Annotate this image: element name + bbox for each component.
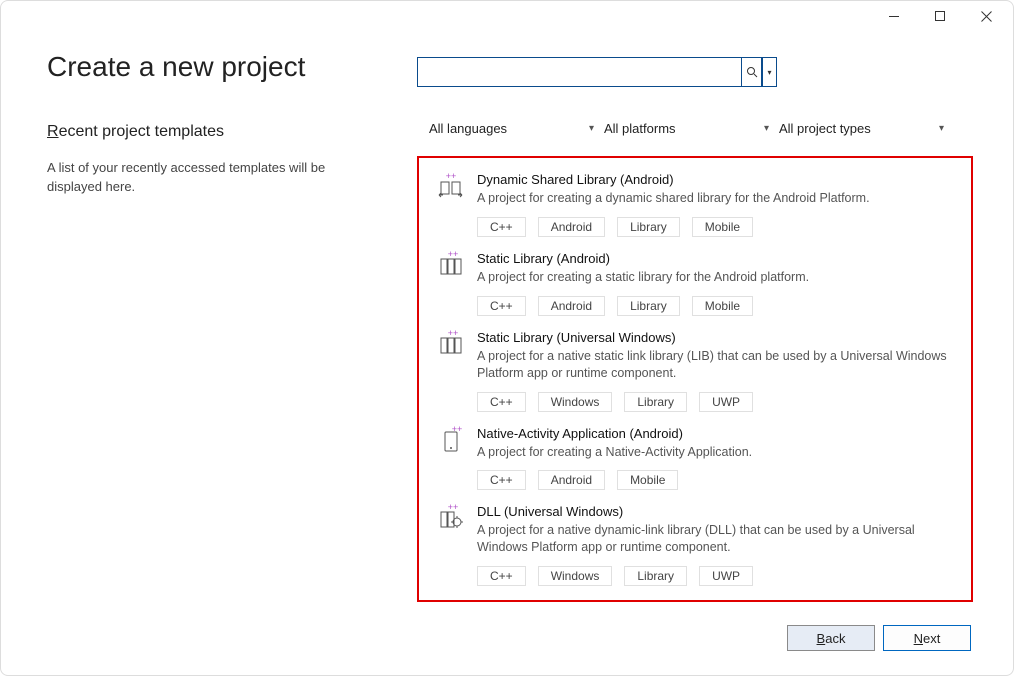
template-tag: Android — [538, 470, 605, 490]
template-tags: C++ Android Library Mobile — [477, 217, 953, 237]
template-desc: A project for creating a dynamic shared … — [477, 190, 953, 207]
right-column: ▾ All languages ▾ All platforms ▾ All pr… — [417, 51, 973, 631]
template-icon: ++ — [437, 426, 465, 454]
titlebar — [1, 1, 1013, 31]
template-tag: C++ — [477, 217, 526, 237]
template-title: Dynamic Shared Library (Android) — [477, 172, 953, 187]
template-desc: A project for a native dynamic-link libr… — [477, 522, 953, 556]
template-tag: UWP — [699, 392, 753, 412]
svg-text:++: ++ — [446, 172, 457, 181]
search-box: ▾ — [417, 57, 777, 87]
chevron-down-icon: ▾ — [939, 123, 944, 134]
template-tag: C++ — [477, 296, 526, 316]
maximize-icon — [935, 11, 945, 21]
close-button[interactable] — [963, 2, 1009, 30]
template-tags: C++ Android Mobile — [477, 470, 953, 490]
template-title: Static Library (Universal Windows) — [477, 330, 953, 345]
template-body: Dynamic Shared Library (Android) A projec… — [477, 172, 953, 237]
template-tag: Mobile — [617, 470, 678, 490]
template-title: Static Library (Android) — [477, 251, 953, 266]
chevron-down-icon: ▾ — [764, 123, 769, 134]
template-tag: Library — [617, 296, 680, 316]
template-icon: ++ — [437, 504, 465, 532]
svg-text:++: ++ — [452, 426, 463, 434]
template-desc: A project for creating a static library … — [477, 269, 953, 286]
template-tag: C++ — [477, 392, 526, 412]
filter-label: All platforms — [604, 121, 676, 136]
svg-text:++: ++ — [448, 251, 459, 259]
template-tag: C++ — [477, 566, 526, 586]
footer: Back Next — [787, 625, 971, 651]
filter-label: All project types — [779, 121, 871, 136]
template-item[interactable]: ++ Native-Activity Application (Android) A… — [437, 422, 953, 501]
recent-templates-desc: A list of your recently accessed templat… — [47, 159, 377, 197]
template-desc: A project for a native static link libra… — [477, 348, 953, 382]
maximize-button[interactable] — [917, 2, 963, 30]
minimize-button[interactable] — [871, 2, 917, 30]
chevron-down-icon: ▾ — [589, 123, 594, 134]
template-tag: Library — [624, 566, 687, 586]
search-dropdown-button[interactable]: ▾ — [762, 57, 777, 87]
svg-text:++: ++ — [448, 504, 459, 512]
template-item[interactable]: ++ Static Library (Universal Windows) A pr… — [437, 326, 953, 422]
template-body: Static Library (Universal Windows) A proj… — [477, 330, 953, 412]
left-column: Create a new project Recent project temp… — [47, 51, 377, 631]
filter-platform[interactable]: All platforms ▾ — [602, 117, 777, 140]
content: Create a new project Recent project temp… — [1, 31, 1013, 631]
template-tags: C++ Windows Library UWP — [477, 566, 953, 586]
filter-project-type[interactable]: All project types ▾ — [777, 117, 952, 140]
template-icon: ++ — [437, 172, 465, 200]
template-tag: Windows — [538, 566, 613, 586]
filter-language[interactable]: All languages ▾ — [427, 117, 602, 140]
template-tags: C++ Android Library Mobile — [477, 296, 953, 316]
recent-templates-heading: Recent project templates — [47, 123, 377, 141]
template-tag: UWP — [699, 566, 753, 586]
template-body: Static Library (Android) A project for cr… — [477, 251, 953, 316]
template-list: ++ Dynamic Shared Library (Android) A proj… — [417, 156, 973, 602]
search-icon — [746, 66, 758, 78]
search-input[interactable] — [417, 57, 742, 87]
chevron-down-icon: ▾ — [767, 68, 771, 77]
template-desc: A project for creating a Native-Activity… — [477, 444, 953, 461]
template-icon: ++ — [437, 330, 465, 358]
filter-label: All languages — [429, 121, 507, 136]
page-title: Create a new project — [47, 51, 377, 83]
template-body: DLL (Universal Windows) A project for a n… — [477, 504, 953, 586]
template-item[interactable]: ++ Dynamic Shared Library (Android) A proj… — [437, 168, 953, 247]
template-tag: Mobile — [692, 296, 753, 316]
template-tag: Android — [538, 296, 605, 316]
template-title: DLL (Universal Windows) — [477, 504, 953, 519]
template-tag: Android — [538, 217, 605, 237]
filters: All languages ▾ All platforms ▾ All proj… — [417, 117, 973, 140]
template-tag: Library — [617, 217, 680, 237]
svg-text:++: ++ — [448, 330, 459, 338]
template-item[interactable]: ++ Static Library (Android) A project for … — [437, 247, 953, 326]
back-button[interactable]: Back — [787, 625, 875, 651]
template-tag: Library — [624, 392, 687, 412]
template-tag: C++ — [477, 470, 526, 490]
template-icon: ++ — [437, 251, 465, 279]
template-tag: Mobile — [692, 217, 753, 237]
close-icon — [981, 11, 992, 22]
template-title: Native-Activity Application (Android) — [477, 426, 953, 441]
template-tags: C++ Windows Library UWP — [477, 392, 953, 412]
next-button[interactable]: Next — [883, 625, 971, 651]
minimize-icon — [889, 16, 899, 17]
template-item[interactable]: ++ DLL (Universal Windows) A project for a… — [437, 500, 953, 596]
search-icon-button[interactable] — [742, 57, 762, 87]
template-body: Native-Activity Application (Android) A p… — [477, 426, 953, 491]
template-tag: Windows — [538, 392, 613, 412]
